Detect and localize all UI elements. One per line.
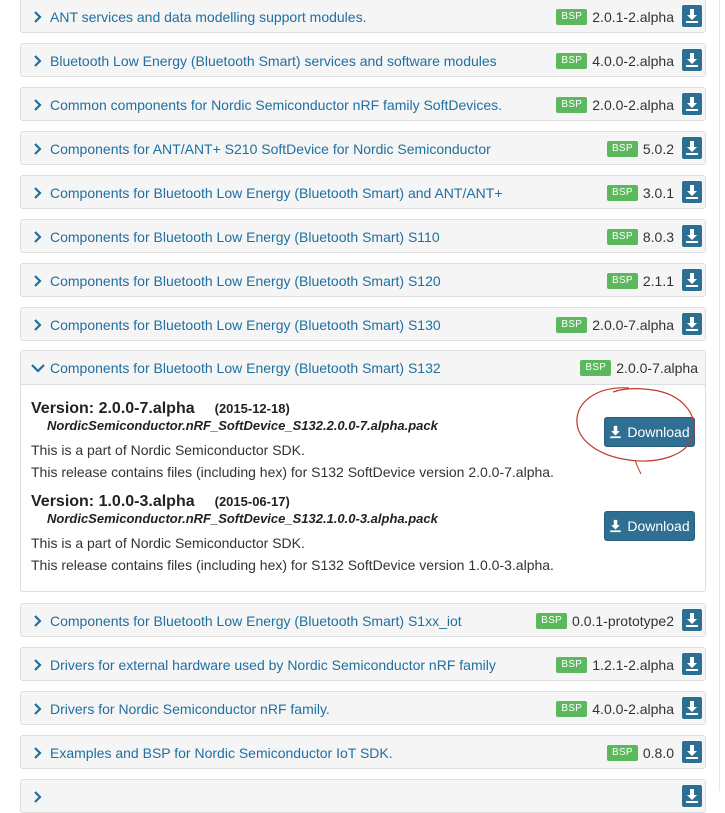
pack-version: 0.0.1-prototype2: [572, 613, 674, 629]
pack-version: 2.1.1: [642, 273, 674, 289]
pack-title: Components for Bluetooth Low Energy (Blu…: [50, 317, 441, 333]
pack-version: 2.0.0-7.alpha: [592, 317, 674, 333]
release-version: Version: 1.0.0-3.alpha: [31, 493, 195, 510]
release-date: (2015-12-18): [214, 401, 290, 416]
release-pack-file: NordicSemiconductor.nRF_SoftDevice_S132.…: [47, 511, 438, 526]
pack-row-external-drivers[interactable]: Drivers for external hardware used by No…: [20, 647, 706, 681]
chevron-right-icon: [31, 744, 47, 762]
bsp-badge: BSP: [580, 360, 612, 376]
pack-title: Drivers for Nordic Semiconductor nRF fam…: [50, 701, 330, 717]
pack-row-nrf-drivers[interactable]: Drivers for Nordic Semiconductor nRF fam…: [20, 691, 706, 725]
pack-header-s132[interactable]: Components for Bluetooth Low Energy (Blu…: [21, 351, 705, 385]
download-icon[interactable]: [682, 181, 702, 203]
pack-version: 1.2.1-2.alpha: [592, 657, 674, 673]
bsp-badge: BSP: [556, 97, 588, 113]
chevron-right-icon: [31, 272, 47, 290]
bsp-badge: BSP: [556, 9, 588, 25]
chevron-down-icon: [31, 359, 47, 377]
download-icon[interactable]: [682, 269, 702, 291]
release-description: This release contains files (including h…: [31, 557, 554, 573]
download-icon[interactable]: [682, 5, 702, 27]
download-icon[interactable]: [682, 49, 702, 71]
pack-version: 2.0.0-2.alpha: [592, 97, 674, 113]
pack-row-s130[interactable]: Components for Bluetooth Low Energy (Blu…: [20, 307, 706, 341]
download-button-label: Download: [627, 518, 690, 534]
download-icon[interactable]: [682, 137, 702, 159]
pack-version: 4.0.0-2.alpha: [592, 53, 674, 69]
pack-version: 2.0.1-2.alpha: [592, 9, 674, 25]
pack-version: 5.0.2: [642, 141, 674, 157]
pack-version: 3.0.1: [642, 185, 674, 201]
release-description: This is a part of Nordic Semiconductor S…: [31, 535, 305, 551]
pack-version: 2.0.0-7.alpha: [616, 360, 698, 376]
download-icon[interactable]: [682, 93, 702, 115]
chevron-right-icon: [31, 612, 47, 630]
bsp-badge: BSP: [606, 185, 638, 201]
download-button[interactable]: Download: [604, 417, 695, 447]
pack-version: 8.0.3: [642, 229, 674, 245]
pack-title: Components for Bluetooth Low Energy (Blu…: [50, 229, 440, 245]
download-icon[interactable]: [682, 697, 702, 719]
pack-title: Components for ANT/ANT+ S210 SoftDevice …: [50, 141, 491, 157]
bsp-badge: BSP: [556, 701, 588, 717]
pack-title: Examples and BSP for Nordic Semiconducto…: [50, 745, 393, 761]
release-description: This is a part of Nordic Semiconductor S…: [31, 442, 305, 458]
bsp-badge: BSP: [606, 141, 638, 157]
bsp-badge: BSP: [606, 745, 638, 761]
download-icon[interactable]: [682, 313, 702, 335]
pack-title: Bluetooth Low Energy (Bluetooth Smart) s…: [50, 53, 497, 69]
download-button[interactable]: Download: [604, 511, 695, 541]
chevron-right-icon: [31, 656, 47, 674]
pack-title: Components for Bluetooth Low Energy (Blu…: [50, 273, 441, 289]
release-description: This release contains files (including h…: [31, 464, 554, 480]
pack-title: ANT services and data modelling support …: [50, 9, 367, 25]
bsp-badge: BSP: [556, 53, 588, 69]
pack-title: Drivers for external hardware used by No…: [50, 657, 496, 673]
scroll-edge-line: [719, 0, 720, 791]
pack-row-common-components[interactable]: Common components for Nordic Semiconduct…: [20, 87, 706, 121]
download-icon: [610, 425, 622, 439]
release-date: (2015-06-17): [214, 494, 290, 509]
chevron-right-icon: [31, 140, 47, 158]
pack-title: Components for Bluetooth Low Energy (Blu…: [50, 185, 503, 201]
bsp-badge: BSP: [606, 229, 638, 245]
chevron-right-icon: [31, 700, 47, 718]
download-icon[interactable]: [682, 785, 702, 807]
bsp-badge: BSP: [556, 317, 588, 333]
pack-row-ble-and-ant[interactable]: Components for Bluetooth Low Energy (Blu…: [20, 175, 706, 209]
pack-row-s1xx-iot[interactable]: Components for Bluetooth Low Energy (Blu…: [20, 603, 706, 637]
pack-row-cut-off[interactable]: [20, 779, 706, 813]
pack-title: Common components for Nordic Semiconduct…: [50, 97, 503, 113]
pack-row-ant-s210[interactable]: Components for ANT/ANT+ S210 SoftDevice …: [20, 131, 706, 165]
chevron-right-icon: [31, 96, 47, 114]
chevron-right-icon: [31, 316, 47, 334]
pack-row-ble-services[interactable]: Bluetooth Low Energy (Bluetooth Smart) s…: [20, 43, 706, 77]
bsp-badge: BSP: [536, 613, 568, 629]
chevron-right-icon: [31, 184, 47, 202]
pack-row-ant-services[interactable]: ANT services and data modelling support …: [20, 0, 706, 33]
download-icon[interactable]: [682, 609, 702, 631]
pack-version: 0.8.0: [642, 745, 674, 761]
pack-title: Components for Bluetooth Low Energy (Blu…: [50, 613, 462, 629]
download-button-label: Download: [627, 424, 690, 440]
download-icon[interactable]: [682, 741, 702, 763]
chevron-right-icon: [31, 228, 47, 246]
pack-row-s120[interactable]: Components for Bluetooth Low Energy (Blu…: [20, 263, 706, 297]
download-icon[interactable]: [682, 653, 702, 675]
download-icon[interactable]: [682, 225, 702, 247]
release-version: Version: 2.0.0-7.alpha: [31, 400, 195, 417]
pack-row-s110[interactable]: Components for Bluetooth Low Energy (Blu…: [20, 219, 706, 253]
pack-title: Components for Bluetooth Low Energy (Blu…: [50, 360, 441, 376]
download-icon: [610, 519, 622, 533]
pack-panel-s132-expanded: Components for Bluetooth Low Energy (Blu…: [20, 350, 706, 592]
release-pack-file: NordicSemiconductor.nRF_SoftDevice_S132.…: [47, 418, 438, 433]
pack-row-iot-examples[interactable]: Examples and BSP for Nordic Semiconducto…: [20, 735, 706, 769]
bsp-badge: BSP: [556, 657, 588, 673]
bsp-badge: BSP: [606, 273, 638, 289]
pack-version: 4.0.0-2.alpha: [592, 701, 674, 717]
chevron-right-icon: [31, 8, 47, 26]
chevron-right-icon: [31, 52, 47, 70]
release-entry: Version: 1.0.0-3.alpha (2015-06-17) Nordi…: [31, 493, 691, 576]
release-entry: Version: 2.0.0-7.alpha (2015-12-18) Nordi…: [31, 400, 691, 483]
